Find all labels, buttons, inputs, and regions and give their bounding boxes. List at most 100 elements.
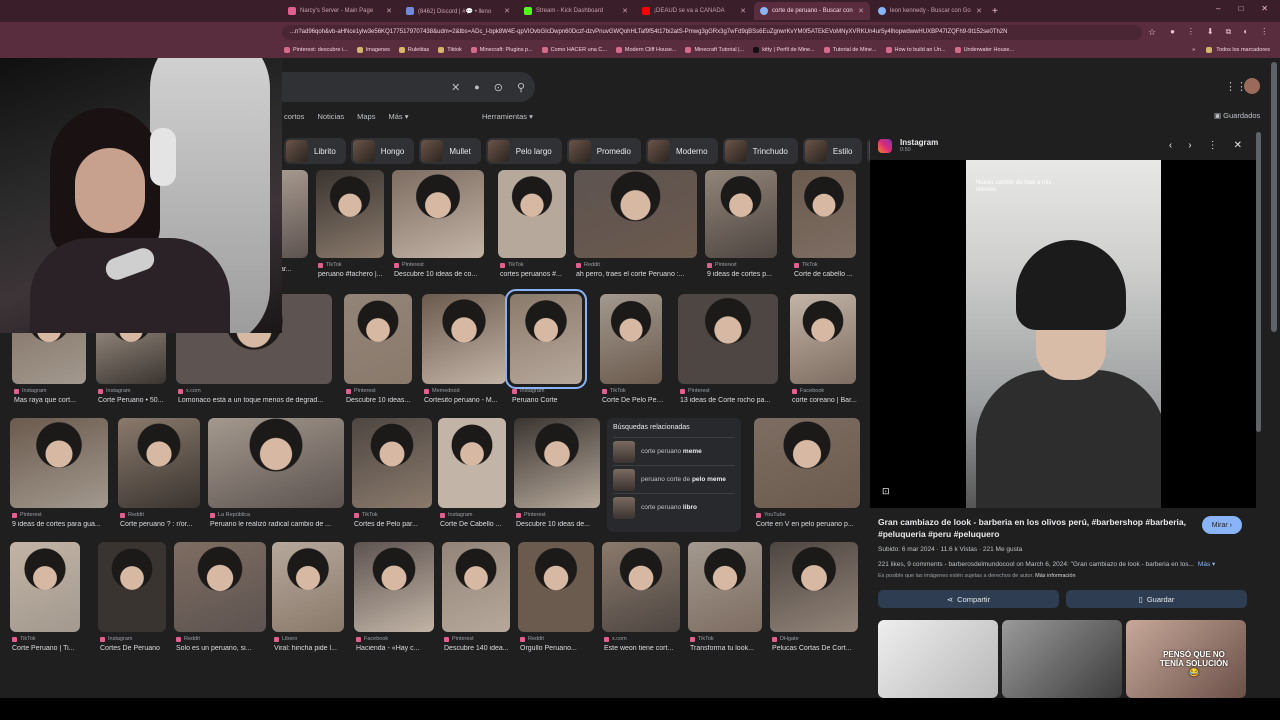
result-caption[interactable]: Viral: hincha pide l... [274,645,346,652]
share-button[interactable]: ⋖ Compartir [878,590,1059,608]
result-caption[interactable]: Cortes De Peruano [100,645,168,652]
result-source[interactable]: TikTok [354,512,378,518]
result-thumbnail[interactable] [574,170,697,258]
result-caption[interactable]: Hacienda - «Hay c... [356,645,436,652]
close-tab-icon[interactable]: ✕ [386,7,392,15]
browser-tab[interactable]: (8462) Discord | #💬 • lleno ✕ [400,2,516,20]
result-thumbnail[interactable] [688,542,762,632]
image-result-card[interactable]: TikTok cortes peruanos #... [498,170,566,288]
bookmark-item[interactable]: Imagenes [356,47,390,53]
result-thumbnail[interactable] [98,542,166,632]
result-caption[interactable]: Orgullo Peruano... [520,645,596,652]
image-result-card[interactable]: TikTok Corte Peruano | Ti... [10,542,80,662]
result-thumbnail[interactable] [498,170,566,258]
result-source[interactable]: Facebook [356,636,388,642]
visit-button[interactable]: Mirar › [1201,516,1242,534]
browser-tab[interactable]: ¡DEAUD se va a CANADA ✕ [636,2,752,20]
related-search-item[interactable]: corte peruano meme [613,437,735,465]
more-options-icon[interactable]: ⋮ [1208,140,1218,151]
result-caption[interactable]: peruano #fachero |... [318,271,386,278]
result-source[interactable]: Pinterest [12,512,42,518]
tab-more[interactable]: Más ▾ [388,112,408,121]
search-icon[interactable]: ⚲ [517,81,525,94]
image-result-card[interactable]: TikTok Transforma tu look... [688,542,762,662]
result-source[interactable]: x.com [178,388,201,394]
result-thumbnail[interactable] [705,170,777,258]
image-result-card[interactable]: Reddit ah perro, traes el corte Peruano :… [574,170,697,288]
result-source[interactable]: La República [210,512,250,518]
result-thumbnail[interactable] [678,294,778,384]
bookmark-item[interactable]: kitty | Perfil de Mine... [753,47,815,53]
image-result-card[interactable]: Instagram Peruano Corte [505,289,587,414]
browser-tab-active[interactable]: corte de peruano - Buscar con ✕ [754,2,870,20]
image-result-card[interactable]: Pinterest 9 ideas de cortes para gua... [10,418,108,538]
result-thumbnail[interactable] [602,542,680,632]
result-caption[interactable]: Corte de cabello ... [794,271,858,278]
result-caption[interactable]: Transforma tu look... [690,645,764,652]
extension-icon[interactable]: ● [1170,27,1175,37]
filter-chip[interactable]: Trinchudo [722,138,798,164]
result-caption[interactable]: Lomonaco está a un toque menos de degrad… [178,397,334,404]
result-caption[interactable]: Descubre 10 ideas de... [516,521,602,528]
result-source[interactable]: TikTok [602,388,626,394]
result-source[interactable]: Pinterest [346,388,376,394]
result-thumbnail[interactable] [514,418,600,508]
new-tab-button[interactable]: + [992,6,998,17]
next-icon[interactable]: › [1188,140,1191,151]
bookmark-item[interactable]: Minecraft: Plugins p... [470,47,533,53]
result-source[interactable]: Reddit [576,262,600,268]
close-window-icon[interactable]: ✕ [1261,4,1268,13]
result-thumbnail[interactable] [118,418,200,508]
result-caption[interactable]: 13 ideas de Corte rocho pa... [680,397,780,404]
result-caption[interactable]: Pelucas Cortas De Cort... [772,645,860,652]
result-thumbnail[interactable] [442,542,510,632]
close-tab-icon[interactable]: ✕ [504,7,510,15]
clear-search-icon[interactable]: ✕ [451,81,460,94]
result-thumbnail[interactable] [392,170,484,258]
result-source[interactable]: TikTok [12,636,36,642]
result-source[interactable]: Instagram [100,636,132,642]
result-thumbnail[interactable] [10,418,108,508]
result-caption[interactable]: 9 ideas de cortes p... [707,271,779,278]
result-caption[interactable]: Corte en V en pelo peruano p... [756,521,862,528]
result-source[interactable]: TikTok [794,262,818,268]
image-result-card[interactable]: Reddit Corte peruano ? : r/or... [118,418,200,538]
related-search-item[interactable]: corte peruano libro [613,493,735,521]
saved-link[interactable]: ▣ Guardados [1214,111,1260,120]
result-thumbnail[interactable] [10,542,80,632]
close-tab-icon[interactable]: ✕ [858,7,864,15]
result-caption[interactable]: Corte De Cabello ... [440,521,508,528]
image-result-card[interactable]: Libero Viral: hincha pide l... [272,542,344,662]
browser-tab[interactable]: Narcy's Server - Main Page ✕ [282,2,398,20]
related-image[interactable]: PENSÓ QUE NO TENÍA SOLUCIÓN 😂 [1126,620,1246,698]
image-result-card[interactable]: x.com Este weon tiene cort... [602,542,680,662]
image-result-card[interactable]: Reddit Solo es un peruano, si... [174,542,266,662]
result-thumbnail[interactable] [770,542,858,632]
result-caption[interactable]: Descubre 10 ideas... [346,397,414,404]
image-result-card[interactable]: DHgate Pelucas Cortas De Cort... [770,542,858,662]
result-thumbnail[interactable] [272,542,344,632]
page-scrollbar[interactable] [1271,58,1277,698]
minimize-icon[interactable]: – [1216,4,1220,13]
result-caption[interactable]: cortes peruanos #... [500,271,568,278]
result-thumbnail[interactable] [208,418,344,508]
lens-icon[interactable]: ⊙ [494,81,503,94]
browser-menu-icon[interactable]: ⋮ [1260,27,1268,37]
result-source[interactable]: Reddit [520,636,544,642]
result-thumbnail[interactable] [438,418,506,508]
related-search-item[interactable]: peruano corte de pelo meme [613,465,735,493]
result-caption[interactable]: Peruano le realizó radical cambio de ... [210,521,346,528]
related-image[interactable] [1002,620,1122,698]
image-result-card[interactable]: TikTok peruano #fachero |... [316,170,384,288]
filter-chip[interactable]: Moderno [646,138,718,164]
image-result-card[interactable]: Pinterest 13 ideas de Corte rocho pa... [678,294,778,414]
result-source[interactable]: Memedroid [424,388,460,394]
related-image[interactable] [878,620,998,698]
filter-chip[interactable]: Hongo [350,138,415,164]
split-view-icon[interactable]: ⧉ [1226,27,1232,37]
result-thumbnail[interactable] [518,542,594,632]
tools-dropdown[interactable]: Herramientas ▾ [482,112,533,121]
result-caption[interactable]: corte coreano | Bar... [792,397,858,404]
result-source[interactable]: x.com [604,636,627,642]
image-result-card[interactable]: Pinterest 9 ideas de cortes p... [705,170,777,288]
